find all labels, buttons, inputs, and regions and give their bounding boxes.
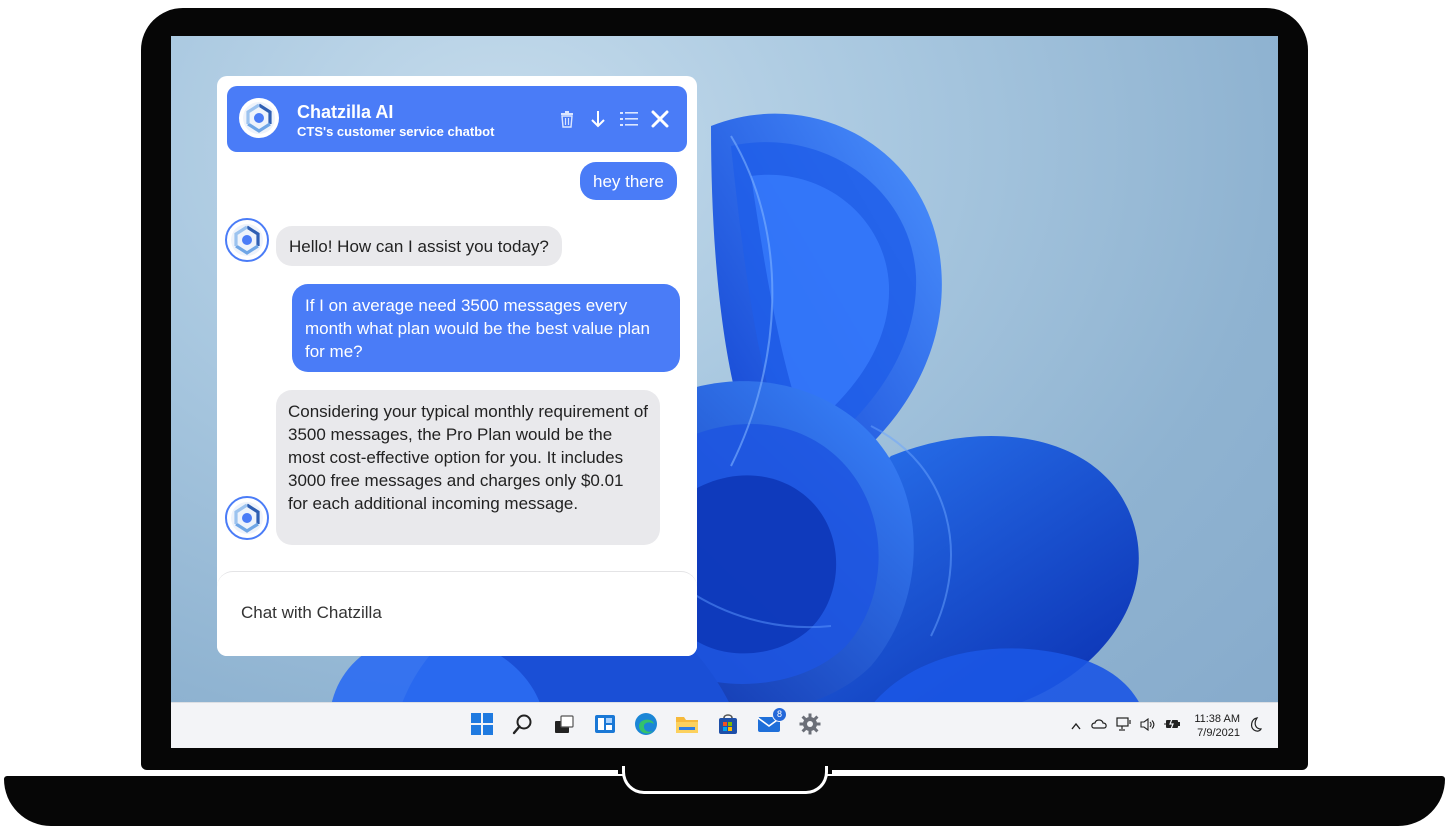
clock[interactable]: 11:38 AM 7/9/2021 <box>1194 712 1240 740</box>
bot-message: Considering your typical monthly require… <box>276 390 660 545</box>
chat-header: Chatzilla AI CTS's customer service chat… <box>227 86 687 152</box>
list-icon[interactable] <box>618 108 640 130</box>
chevron-up-icon[interactable] <box>1071 719 1081 733</box>
bot-avatar <box>225 496 269 540</box>
clock-time: 11:38 AM <box>1194 713 1240 725</box>
onedrive-icon[interactable] <box>1091 718 1107 733</box>
trash-icon[interactable] <box>556 108 578 130</box>
chatzilla-logo <box>239 98 279 138</box>
file-explorer-icon[interactable] <box>674 711 700 737</box>
laptop-notch <box>622 766 828 794</box>
chat-widget: Chatzilla AI CTS's customer service chat… <box>217 76 697 656</box>
chat-title: Chatzilla AI <box>297 102 394 122</box>
widgets-icon[interactable] <box>592 711 618 737</box>
windows-start-icon[interactable] <box>469 711 495 737</box>
user-message: hey there <box>580 162 677 200</box>
task-view-icon[interactable] <box>551 711 577 737</box>
bot-avatar <box>225 218 269 262</box>
chat-input[interactable] <box>239 594 673 632</box>
arrow-down-icon[interactable] <box>587 108 609 130</box>
mail-icon[interactable]: 8 <box>756 707 787 737</box>
chat-input-area <box>217 571 697 656</box>
volume-icon[interactable] <box>1140 717 1156 734</box>
moon-icon[interactable] <box>1248 717 1262 738</box>
system-tray <box>1071 703 1181 748</box>
bot-message: Hello! How can I assist you today? <box>276 226 562 266</box>
clock-date: 7/9/2021 <box>1197 727 1240 739</box>
edge-icon[interactable] <box>633 711 659 737</box>
taskbar: 8 11:38 AM 7/9/2021 <box>171 702 1278 748</box>
mail-badge: 8 <box>772 707 787 722</box>
battery-icon[interactable] <box>1164 718 1181 733</box>
search-icon[interactable] <box>510 711 536 737</box>
store-icon[interactable] <box>715 711 741 737</box>
settings-icon[interactable] <box>797 711 823 737</box>
chat-subtitle: CTS's customer service chatbot <box>297 124 495 139</box>
user-message: If I on average need 3500 messages every… <box>292 284 680 372</box>
close-icon[interactable] <box>649 108 671 130</box>
network-icon[interactable] <box>1116 716 1132 735</box>
